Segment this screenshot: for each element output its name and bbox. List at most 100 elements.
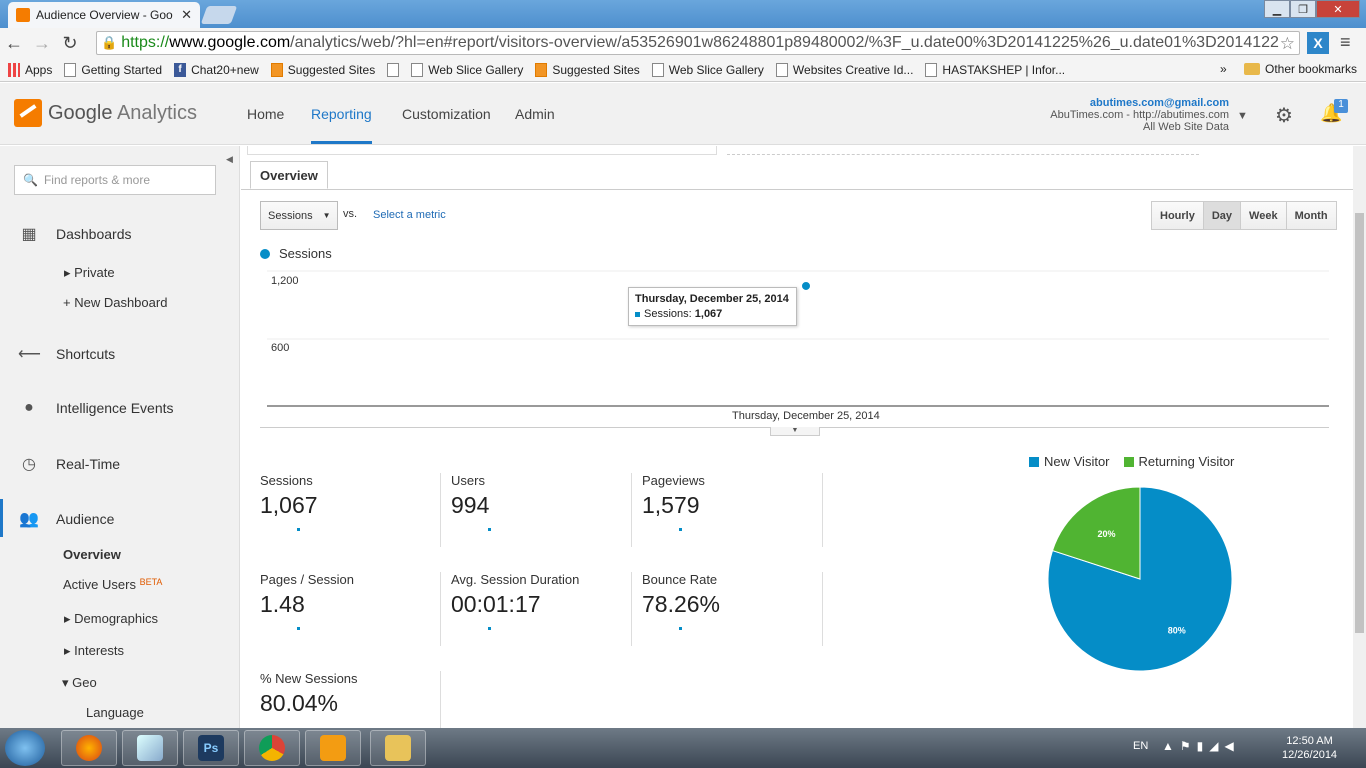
- browser-tabstrip: Audience Overview - Goo ✕ ▁ ❐ ✕: [0, 0, 1366, 28]
- stat-new-sessions[interactable]: % New Sessions 80.04%: [260, 671, 440, 717]
- sidebar-item-dashboards[interactable]: ▦ Dashboards: [18, 224, 131, 244]
- new-tab-button[interactable]: [200, 6, 238, 24]
- sidebar-item-overview[interactable]: Overview: [63, 547, 121, 562]
- taskbar-media-player[interactable]: [305, 730, 361, 766]
- stat-value: 78.26%: [642, 591, 721, 617]
- minimize-button[interactable]: ▁: [1264, 0, 1290, 18]
- pie-legend-new-visitor[interactable]: New Visitor: [1029, 454, 1110, 469]
- tab-overview[interactable]: Overview: [250, 161, 328, 189]
- stat-value: 994: [451, 492, 490, 518]
- bookmark-hastakshep[interactable]: HASTAKSHEP | Infor...: [925, 62, 1065, 77]
- chart-expander-button[interactable]: ▼: [770, 427, 820, 436]
- taskbar-photoshop[interactable]: Ps: [183, 730, 239, 766]
- tooltip-value: 1,067: [694, 308, 723, 320]
- find-reports-input[interactable]: 🔍 Find reports & more: [14, 165, 216, 195]
- select-metric-link[interactable]: Select a metric: [373, 209, 446, 221]
- search-placeholder: Find reports & more: [43, 173, 150, 187]
- series-legend-dot: [260, 249, 270, 259]
- account-selector[interactable]: abutimes.com@gmail.com AbuTimes.com - ht…: [1050, 97, 1229, 133]
- series-legend-label: Sessions: [279, 246, 332, 261]
- bookmark-chat20[interactable]: f Chat20+new: [174, 62, 259, 77]
- stat-label: % New Sessions: [260, 671, 358, 686]
- bookmark-websites-creative[interactable]: Websites Creative Id...: [775, 62, 913, 77]
- stat-users[interactable]: Users 994: [451, 473, 631, 531]
- ga-logo[interactable]: Google Analytics: [14, 99, 197, 127]
- system-tray-icons[interactable]: ▲⚑▮◢◀: [1162, 739, 1240, 753]
- page-scrollbar[interactable]: [1353, 146, 1366, 728]
- tooltip-label: Sessions:: [644, 308, 692, 320]
- taskbar-clock[interactable]: 12:50 AM 12/26/2014: [1282, 734, 1337, 762]
- sidebar-item-geo[interactable]: ▾ Geo: [62, 675, 97, 691]
- bookmark-web-slice-gallery[interactable]: Web Slice Gallery: [411, 62, 523, 77]
- sidebar-item-realtime[interactable]: ◷ Real-Time: [18, 454, 120, 474]
- stat-avg-session-duration[interactable]: Avg. Session Duration 00:01:17: [451, 572, 631, 630]
- taskbar-firefox[interactable]: [61, 730, 117, 766]
- maximize-button[interactable]: ❐: [1290, 0, 1316, 18]
- tab-title: Audience Overview - Goo: [36, 8, 173, 22]
- scrollbar-thumb[interactable]: [1355, 213, 1364, 633]
- page-icon: [64, 62, 77, 77]
- stat-label: Pages / Session: [260, 572, 354, 587]
- bookmark-suggested-sites-2[interactable]: Suggested Sites: [535, 62, 640, 77]
- sidebar-item-active-users[interactable]: Active Users BETA: [63, 577, 162, 592]
- page-icon: [775, 62, 788, 77]
- taskbar-explorer[interactable]: [370, 730, 426, 766]
- nav-admin[interactable]: Admin: [515, 106, 555, 122]
- taskbar-notes[interactable]: [122, 730, 178, 766]
- address-bar[interactable]: 🔒 https://www.google.com/analytics/web/?…: [96, 31, 1300, 55]
- stat-bounce-rate[interactable]: Bounce Rate 78.26%: [642, 572, 822, 630]
- gear-icon[interactable]: ⚙: [1275, 103, 1293, 128]
- granularity-toggle: Hourly Day Week Month: [1151, 201, 1337, 230]
- bookmark-web-slice-gallery-2[interactable]: Web Slice Gallery: [651, 62, 764, 77]
- taskbar-chrome[interactable]: [244, 730, 300, 766]
- sidebar-item-language[interactable]: Language: [86, 705, 144, 720]
- language-indicator[interactable]: EN: [1133, 740, 1148, 752]
- nav-home[interactable]: Home: [247, 106, 284, 122]
- close-tab-icon[interactable]: ✕: [181, 7, 192, 23]
- bookmark-apps[interactable]: Apps: [8, 62, 52, 77]
- sidebar-item-new-dashboard[interactable]: + New Dashboard: [63, 295, 167, 310]
- folder-icon: [385, 735, 411, 761]
- sessions-data-point[interactable]: [801, 280, 811, 291]
- nav-reporting[interactable]: Reporting: [311, 106, 372, 122]
- bookmark-getting-started[interactable]: Getting Started: [64, 62, 162, 77]
- nav-customization[interactable]: Customization: [402, 106, 491, 122]
- stat-pageviews[interactable]: Pageviews 1,579: [642, 473, 822, 531]
- pie-legend-returning-visitor[interactable]: Returning Visitor: [1123, 454, 1234, 469]
- reload-icon[interactable]: ↻: [56, 29, 84, 57]
- page-icon: [387, 62, 400, 77]
- other-bookmarks[interactable]: Other bookmarks: [1244, 62, 1357, 76]
- forward-icon[interactable]: →: [28, 29, 56, 57]
- stat-sessions[interactable]: Sessions 1,067: [260, 473, 440, 531]
- sidebar-item-interests[interactable]: ▸ Interests: [64, 643, 124, 659]
- close-window-button[interactable]: ✕: [1316, 0, 1360, 18]
- ga-header: Google Analytics Home Reporting Customiz…: [0, 83, 1366, 145]
- folder-icon: [1244, 63, 1260, 75]
- granularity-week-button[interactable]: Week: [1240, 201, 1287, 230]
- sidebar-item-audience[interactable]: 👥 Audience: [18, 509, 114, 529]
- page-icon: [925, 62, 938, 77]
- start-button[interactable]: [5, 730, 45, 766]
- browser-tab[interactable]: Audience Overview - Goo ✕: [8, 2, 200, 28]
- sidebar-item-intelligence-events[interactable]: ● Intelligence Events: [18, 399, 173, 417]
- granularity-day-button[interactable]: Day: [1202, 201, 1242, 230]
- pie-slice-label: 80%: [1168, 626, 1186, 636]
- menu-icon[interactable]: ≡: [1340, 32, 1351, 53]
- stat-pages-per-session[interactable]: Pages / Session 1.48: [260, 572, 440, 630]
- bookmark-page[interactable]: [387, 62, 400, 77]
- stat-divider: [440, 671, 441, 728]
- bookmark-star-icon[interactable]: ☆: [1280, 34, 1295, 54]
- collapse-sidebar-icon[interactable]: ◀: [226, 154, 233, 165]
- bookmarks-overflow-button[interactable]: »: [1220, 62, 1227, 76]
- stat-divider: [631, 473, 632, 547]
- granularity-month-button[interactable]: Month: [1285, 201, 1337, 230]
- sidebar-item-private[interactable]: ▸ Private: [64, 265, 115, 281]
- account-dropdown-icon[interactable]: ▼: [1237, 110, 1248, 122]
- back-icon[interactable]: ←: [0, 29, 28, 57]
- sidebar-item-shortcuts[interactable]: ⟵ Shortcuts: [18, 344, 115, 364]
- bookmark-suggested-sites[interactable]: Suggested Sites: [270, 62, 375, 77]
- sidebar-item-demographics[interactable]: ▸ Demographics: [64, 611, 158, 627]
- granularity-hourly-button[interactable]: Hourly: [1151, 201, 1204, 230]
- metric-select[interactable]: Sessions ▼: [260, 201, 338, 230]
- extension-icon[interactable]: X: [1307, 32, 1329, 54]
